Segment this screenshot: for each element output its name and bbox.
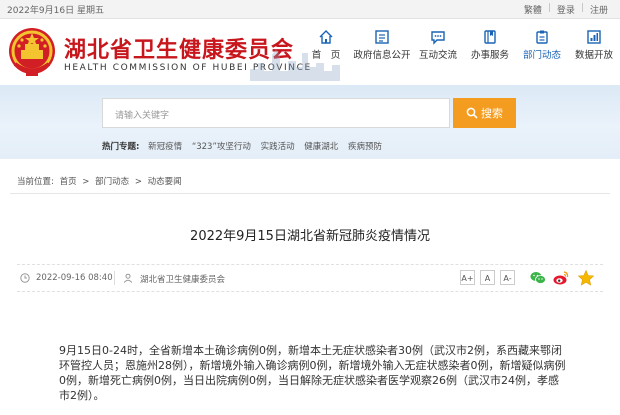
nav-label: 办事服务: [470, 50, 509, 61]
register-link[interactable]: 注册: [584, 3, 614, 16]
nav-department-news[interactable]: 部门动态: [516, 19, 568, 85]
publish-datetime: 2022-09-16 08:40: [36, 273, 113, 283]
article-source: 湖北省卫生健康委员会: [140, 275, 226, 285]
book-icon: [484, 30, 496, 44]
article-body: 9月15日0-24时，全省新增本土确诊病例0例，新增本土无症状感染者30例（武汉…: [59, 344, 566, 402]
login-link[interactable]: 登录: [551, 3, 581, 16]
info-icon: [375, 30, 389, 44]
nav-home[interactable]: 首 页: [300, 19, 352, 85]
clipboard-icon: [536, 30, 548, 44]
divider: [114, 271, 115, 285]
nav-label: 首 页: [311, 50, 341, 61]
national-emblem-logo[interactable]: [6, 24, 58, 80]
site-header: 湖北省卫生健康委员会 HEALTH COMMISSION OF HUBEI PR…: [0, 19, 620, 85]
hot-topics-label: 热门专题:: [102, 142, 140, 152]
divider: [10, 193, 610, 194]
breadcrumb-separator: >: [82, 177, 90, 187]
search-icon: [466, 107, 478, 119]
breadcrumb: 当前位置: 首页 > 部门动态 > 动态要闻: [17, 175, 185, 187]
font-decrease-button[interactable]: A-: [500, 270, 515, 285]
hot-topic-disease-prevention[interactable]: 疾病预防: [348, 142, 382, 152]
search-button-label: 搜索: [481, 107, 503, 120]
traditional-chinese-link[interactable]: 繁體: [518, 3, 548, 16]
article-meta-bar: 2022-09-16 08:40 湖北省卫生健康委员会 A+ A A-: [17, 264, 603, 292]
hot-topics: 热门专题: 新冠疫情 “323”攻坚行动 实践活动 健康湖北 疾病预防: [102, 140, 389, 152]
weibo-icon[interactable]: [552, 269, 570, 287]
hot-topic-covid[interactable]: 新冠疫情: [148, 142, 182, 152]
nav-label: 数据开放: [574, 50, 613, 61]
hot-topic-323[interactable]: “323”攻坚行动: [192, 142, 251, 152]
article-title: 2022年9月15日湖北省新冠肺炎疫情情况: [190, 229, 430, 244]
wechat-icon[interactable]: [529, 269, 547, 287]
favorite-star-icon[interactable]: [577, 269, 595, 287]
hot-topic-practice[interactable]: 实践活动: [261, 142, 295, 152]
account-links: 繁體 | 登录 | 注册: [518, 3, 614, 16]
current-date: 2022年9月16日 星期五: [7, 6, 104, 16]
font-increase-button[interactable]: A+: [460, 270, 475, 285]
breadcrumb-news[interactable]: 动态要闻: [148, 177, 182, 187]
hot-topic-healthy-hubei[interactable]: 健康湖北: [304, 142, 338, 152]
nav-interaction[interactable]: 互动交流: [412, 19, 464, 85]
chat-icon: [431, 31, 445, 45]
person-icon: [123, 273, 133, 283]
nav-label: 政府信息公开: [353, 50, 411, 61]
home-icon: [319, 30, 333, 44]
search-button[interactable]: 搜索: [453, 98, 516, 128]
data-icon: [587, 30, 601, 44]
main-nav: 首 页 政府信息公开 互动交流 办事服务 部门动态 数据开放: [300, 19, 620, 85]
nav-label: 互动交流: [418, 50, 457, 61]
nav-government-info[interactable]: 政府信息公开: [352, 19, 412, 85]
top-utility-bar: 2022年9月16日 星期五 繁體 | 登录 | 注册: [0, 0, 620, 19]
font-default-button[interactable]: A: [480, 270, 495, 285]
nav-label: 部门动态: [522, 50, 561, 61]
breadcrumb-prefix: 当前位置:: [17, 177, 54, 187]
search-band: 请输入关键字 搜索 热门专题: 新冠疫情 “323”攻坚行动 实践活动 健康湖北…: [0, 85, 620, 159]
breadcrumb-department-news[interactable]: 部门动态: [95, 177, 129, 187]
clock-icon: [20, 273, 30, 283]
breadcrumb-home[interactable]: 首页: [60, 177, 77, 187]
search-input[interactable]: 请输入关键字: [102, 98, 450, 128]
breadcrumb-separator: >: [134, 177, 142, 187]
nav-services[interactable]: 办事服务: [464, 19, 516, 85]
nav-open-data[interactable]: 数据开放: [568, 19, 620, 85]
